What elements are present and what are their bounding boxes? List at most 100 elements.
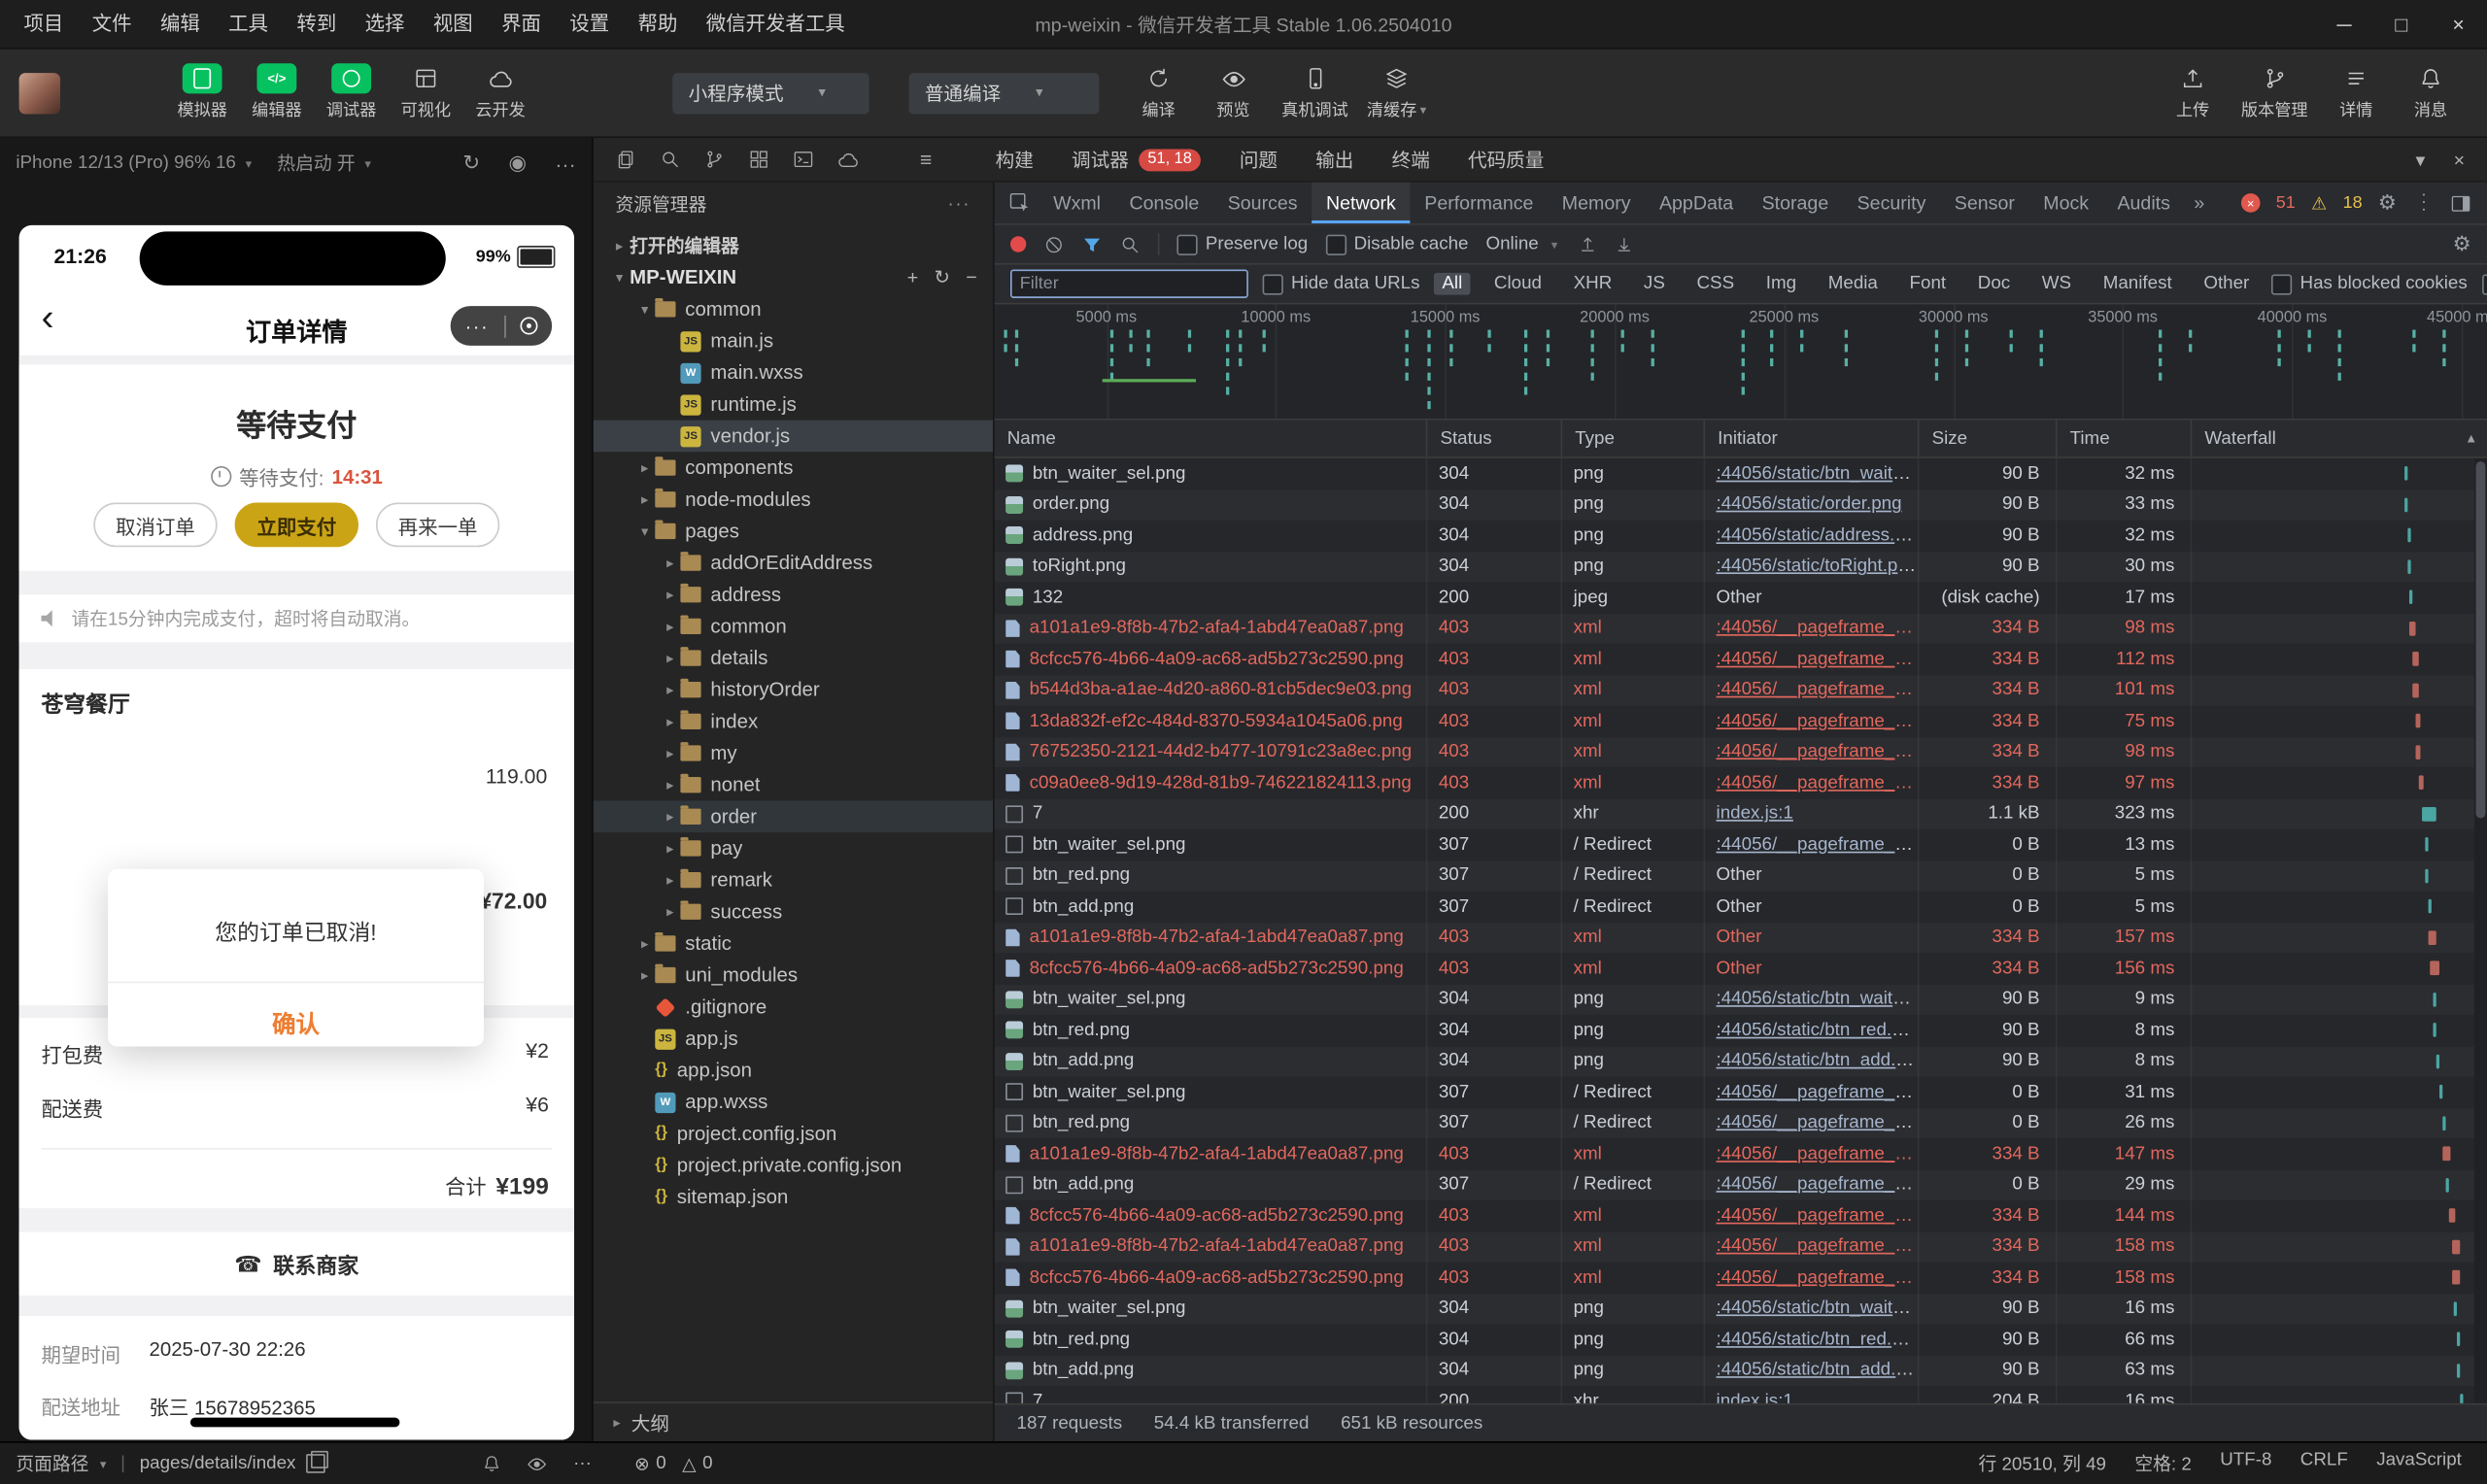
network-request-row[interactable]: address.png304png:44056/static/address.p… (995, 521, 2487, 552)
menu-icon[interactable]: ≡ (920, 148, 932, 171)
search-icon[interactable] (660, 149, 680, 169)
problems-indicator[interactable]: ⊗0 △0 (634, 1453, 713, 1475)
network-request-row[interactable]: btn_add.png304png:44056/static/btn_add.p… (995, 1046, 2487, 1077)
devtools-tab-performance[interactable]: Performance (1411, 183, 1549, 223)
devtools-tab-mock[interactable]: Mock (2029, 183, 2103, 223)
filter-type-doc[interactable]: Doc (1970, 273, 2019, 295)
initiator-link[interactable]: :44056/static/toRight.png (1717, 556, 1918, 576)
network-request-row[interactable]: 7200xhrindex.js:1204 B16 ms (995, 1386, 2487, 1403)
network-settings-gear-icon[interactable]: ⚙ (2453, 231, 2471, 256)
copy-path-icon[interactable] (307, 1454, 326, 1473)
tree-item-index[interactable]: ▸index (594, 706, 993, 738)
blocked-requests-checkbox[interactable]: Blocked Requests (2481, 274, 2487, 294)
panel-tab-输出[interactable]: 输出 (1297, 138, 1373, 181)
network-request-row[interactable]: btn_red.png304png:44056/static/btn_red.p… (995, 1324, 2487, 1355)
contact-merchant-button[interactable]: ☎ 联系商家 (19, 1232, 574, 1296)
tree-item-success[interactable]: ▸success (594, 895, 993, 928)
tree-item-common[interactable]: ▾common (594, 293, 993, 325)
grid-icon[interactable] (749, 149, 769, 169)
reorder-button[interactable]: 再来一单 (376, 503, 499, 548)
throttling-select[interactable]: Online ▾ (1485, 235, 1560, 254)
tree-item-app.json[interactable]: {}app.json (594, 1055, 993, 1087)
filter-type-cloud[interactable]: Cloud (1486, 273, 1550, 295)
devtools-tab-console[interactable]: Console (1115, 183, 1213, 223)
network-request-row[interactable]: 13da832f-ef2c-484d-8370-5934a1045a06.png… (995, 706, 2487, 737)
new-file-icon[interactable]: + (907, 266, 918, 288)
tree-item-order[interactable]: ▸order (594, 800, 993, 832)
toolbar-button-预览[interactable]: 预览 (1196, 63, 1271, 121)
maximize-button[interactable]: □ (2372, 0, 2430, 48)
cloud-icon[interactable] (837, 149, 860, 171)
export-har-icon[interactable] (1615, 235, 1634, 254)
eol-sequence[interactable]: CRLF (2300, 1451, 2348, 1476)
network-request-row[interactable]: btn_red.png307/ Redirect:44056/__pagefra… (995, 1107, 2487, 1138)
initiator-link[interactable]: :44056/__pageframe__/_… (1717, 1237, 1918, 1257)
initiator-link[interactable]: :44056/__pageframe__/_… (1717, 1206, 1918, 1226)
more-tabs-icon[interactable]: » (2185, 192, 2215, 215)
network-request-row[interactable]: b544d3ba-a1ae-4d20-a860-81cb5dec9e03.png… (995, 675, 2487, 706)
tree-item-pages[interactable]: ▾pages (594, 516, 993, 548)
panel-tab-问题[interactable]: 问题 (1220, 138, 1296, 181)
inspect-element-icon[interactable] (1001, 192, 1039, 215)
column-header-status[interactable]: Status (1426, 421, 1561, 457)
initiator-link[interactable]: index.js:1 (1717, 804, 1793, 824)
devtools-tab-security[interactable]: Security (1843, 183, 1940, 223)
tree-item-sitemap.json[interactable]: {}sitemap.json (594, 1181, 993, 1213)
initiator-link[interactable]: :44056/__pageframe__/_… (1717, 1114, 1918, 1133)
exit-icon[interactable] (520, 318, 537, 335)
page-path-selector[interactable]: 页面路径 (16, 1451, 88, 1476)
network-request-row[interactable]: a101a1e9-8f8b-47b2-afa4-1abd47ea0a87.png… (995, 613, 2487, 644)
hide-data-urls-checkbox[interactable]: Hide data URLs (1263, 274, 1420, 294)
more-icon[interactable]: ··· (573, 1454, 592, 1473)
initiator-link[interactable]: :44056/__pageframe__/_… (1717, 1268, 1918, 1288)
initiator-link[interactable]: index.js:1 (1717, 1392, 1793, 1403)
search-icon[interactable] (1120, 234, 1141, 254)
scrollbar-track[interactable] (2474, 458, 2487, 1403)
menu-item-微信开发者工具[interactable]: 微信开发者工具 (692, 0, 859, 48)
tree-item-.gitignore[interactable]: .gitignore (594, 991, 993, 1023)
outline-section[interactable]: ▸ 大纲 (594, 1401, 993, 1441)
tree-item-my[interactable]: ▸my (594, 737, 993, 769)
tree-item-address[interactable]: ▸address (594, 579, 993, 611)
program-mode-select[interactable]: 小程序模式 ▾ (672, 72, 869, 113)
encoding[interactable]: UTF-8 (2220, 1451, 2271, 1476)
column-header-time[interactable]: Time (2056, 421, 2191, 457)
tree-item-components[interactable]: ▸components (594, 452, 993, 484)
network-request-row[interactable]: btn_waiter_sel.png304png:44056/static/bt… (995, 458, 2487, 489)
tree-item-main.js[interactable]: JSmain.js (594, 325, 993, 357)
network-request-row[interactable]: a101a1e9-8f8b-47b2-afa4-1abd47ea0a87.png… (995, 1138, 2487, 1169)
blocked-cookies-checkbox[interactable]: Has blocked cookies (2271, 274, 2468, 294)
terminal-icon[interactable] (793, 149, 813, 169)
cursor-position[interactable]: 行 20510, 列 49 (1978, 1451, 2106, 1476)
initiator-link[interactable]: :44056/__pageframe__/_… (1717, 1083, 1918, 1102)
initiator-link[interactable]: :44056/__pageframe__/_pa… (1717, 681, 1918, 700)
column-header-size[interactable]: Size (1918, 421, 2056, 457)
more-icon[interactable]: ··· (465, 318, 489, 333)
compile-mode-select[interactable]: 普通编译 ▾ (909, 72, 1100, 113)
menu-item-帮助[interactable]: 帮助 (624, 0, 692, 48)
menu-item-文件[interactable]: 文件 (78, 0, 146, 48)
panel-tab-代码质量[interactable]: 代码质量 (1448, 138, 1563, 181)
tree-item-project.config.json[interactable]: {}project.config.json (594, 1118, 993, 1150)
filter-type-font[interactable]: Font (1901, 273, 1954, 295)
tree-item-main.wxss[interactable]: Wmain.wxss (594, 356, 993, 388)
close-panel-icon[interactable]: × (2454, 149, 2465, 171)
tree-item-runtime.js[interactable]: JSruntime.js (594, 388, 993, 421)
menu-item-工具[interactable]: 工具 (214, 0, 282, 48)
tree-item-remark[interactable]: ▸remark (594, 864, 993, 896)
files-icon[interactable] (615, 149, 635, 169)
toolbar-button-上传[interactable]: 上传 (2156, 63, 2231, 121)
devtools-tab-memory[interactable]: Memory (1548, 183, 1645, 223)
panel-tab-调试器[interactable]: 调试器51, 18 (1052, 138, 1220, 181)
pay-now-button[interactable]: 立即支付 (235, 503, 358, 548)
device-select[interactable]: iPhone 12/13 (Pro) 96% 16 (16, 153, 236, 173)
record-network-button[interactable] (1010, 236, 1026, 252)
initiator-link[interactable]: :44056/static/btn_red.png (1717, 1021, 1918, 1040)
tree-item-app.wxss[interactable]: Wapp.wxss (594, 1086, 993, 1118)
tree-item-static[interactable]: ▸static (594, 928, 993, 960)
menu-item-项目[interactable]: 项目 (10, 0, 78, 48)
network-filter-input[interactable] (1010, 270, 1248, 298)
filter-type-css[interactable]: CSS (1688, 273, 1742, 295)
tree-item-node-modules[interactable]: ▸node-modules (594, 484, 993, 516)
initiator-link[interactable]: :44056/static/btn_waiter_… (1717, 990, 1918, 1009)
